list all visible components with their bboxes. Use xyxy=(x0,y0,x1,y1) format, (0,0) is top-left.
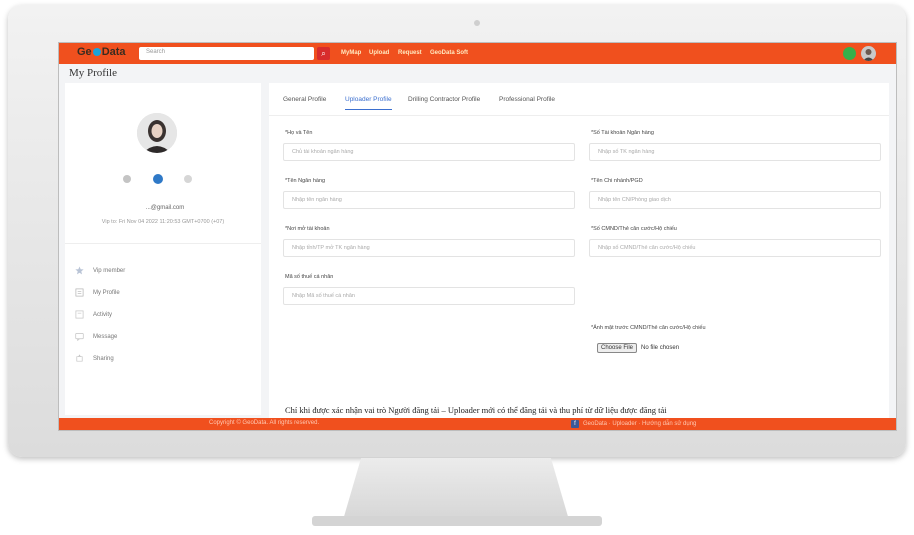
monitor-stand xyxy=(343,458,569,520)
settings-dot-icon xyxy=(184,175,192,183)
footer-links: f GeoData · Uploader · Hướng dẫn sử dụng xyxy=(571,420,696,428)
nav-request[interactable]: Request xyxy=(398,50,422,56)
logo-left: Ge xyxy=(77,46,92,58)
page-title: My Profile xyxy=(69,67,117,79)
tab-professional-profile[interactable]: Professional Profile xyxy=(499,96,555,103)
sidebar-item-label: My Profile xyxy=(93,289,120,296)
sidebar-item-label: Activity xyxy=(93,311,113,318)
tab-uploader-profile[interactable]: Uploader Profile xyxy=(345,96,392,110)
star-icon xyxy=(75,266,84,275)
search-button[interactable]: ⌕ xyxy=(317,47,330,60)
search-input[interactable]: Search xyxy=(139,47,314,60)
monitor-base xyxy=(312,516,602,526)
profile-sidebar: ...@gmail.com Vip to: Fri Nov 04 2022 11… xyxy=(65,83,261,415)
verified-icon xyxy=(153,174,163,184)
tab-drilling-contractor-profile[interactable]: Drilling Contractor Profile xyxy=(408,96,480,103)
search-placeholder: Search xyxy=(146,49,166,55)
ho-ten-field[interactable]: Chủ tài khoản ngân hàng xyxy=(283,143,575,161)
chi-nhanh-field[interactable]: Nhập tên CN/Phòng giao dịch xyxy=(589,191,881,209)
profile-tabs: General Profile Uploader Profile Drillin… xyxy=(269,83,889,116)
nav-mymap[interactable]: MyMap xyxy=(341,50,361,56)
camera-dot xyxy=(474,20,480,26)
vip-expiry: Vip to: Fri Nov 04 2022 11:20:53 GMT+070… xyxy=(101,219,225,225)
ten-ngan-hang-field[interactable]: Nhập tên ngân hàng xyxy=(283,191,575,209)
no-file-text: No file chosen xyxy=(641,345,680,351)
nav-geodata-soft[interactable]: GeoData Soft xyxy=(430,50,468,56)
chi-nhanh-label: *Tên Chi nhánh/PGD xyxy=(591,178,643,184)
search-icon: ⌕ xyxy=(321,49,326,58)
ho-ten-placeholder: Chủ tài khoản ngân hàng xyxy=(292,149,354,155)
cmnd-placeholder: Nhập số CMND/Thẻ căn cước/Hộ chiếu xyxy=(598,245,696,251)
user-avatar[interactable] xyxy=(861,46,876,61)
ma-so-thue-label: Mã số thuế cá nhân xyxy=(285,274,334,280)
choose-file-button[interactable]: Choose File xyxy=(597,343,638,353)
so-tk-label: *Số Tài khoản Ngân hàng xyxy=(591,130,654,136)
logo[interactable]: Ge Data xyxy=(77,46,126,58)
footer-copyright: Copyright © GeoData. All rights reserved… xyxy=(209,420,320,426)
activity-icon xyxy=(75,310,84,319)
sidebar-item-activity[interactable]: Activity xyxy=(75,310,112,319)
logo-right: Data xyxy=(101,46,126,58)
ho-ten-label: *Họ và Tên xyxy=(285,130,313,136)
screen: Ge Data Search ⌕ MyMap Upload Request Geo… xyxy=(58,42,897,431)
sharing-icon xyxy=(75,354,84,363)
ma-so-thue-field[interactable]: Nhập Mã số thuế cá nhân xyxy=(283,287,575,305)
sidebar-item-label: Sharing xyxy=(93,355,114,362)
footer-links-text[interactable]: GeoData · Uploader · Hướng dẫn sử dụng xyxy=(583,421,696,427)
logo-globe-icon xyxy=(92,48,101,57)
sidebar-item-vip-member[interactable]: Vip member xyxy=(75,266,125,275)
profile-avatar xyxy=(137,113,177,153)
ma-so-thue-placeholder: Nhập Mã số thuế cá nhân xyxy=(292,293,355,299)
tab-general-profile[interactable]: General Profile xyxy=(283,96,326,103)
ten-ngan-hang-label: *Tên Ngân hàng xyxy=(285,178,326,184)
message-icon xyxy=(75,332,84,342)
chat-icon[interactable] xyxy=(843,47,856,60)
cmnd-label: *Số CMND/Thẻ căn cước/Hộ chiếu xyxy=(591,226,677,232)
so-tk-field[interactable]: Nhập số TK ngân hàng xyxy=(589,143,881,161)
so-tk-placeholder: Nhập số TK ngân hàng xyxy=(598,149,655,155)
chi-nhanh-placeholder: Nhập tên CN/Phòng giao dịch xyxy=(598,197,671,203)
uploader-profile-form: General Profile Uploader Profile Drillin… xyxy=(269,83,889,430)
noi-mo-tk-field[interactable]: Nhập tỉnh/TP mở TK ngân hàng xyxy=(283,239,575,257)
uploader-notice: Chỉ khi được xác nhận vai trò Người đăng… xyxy=(285,405,667,415)
profile-icon xyxy=(75,288,84,297)
sidebar-item-my-profile[interactable]: My Profile xyxy=(75,288,120,297)
ten-ngan-hang-placeholder: Nhập tên ngân hàng xyxy=(292,197,342,203)
nav-upload[interactable]: Upload xyxy=(369,50,389,56)
cmnd-field[interactable]: Nhập số CMND/Thẻ căn cước/Hộ chiếu xyxy=(589,239,881,257)
user-email: ...@gmail.com xyxy=(145,205,185,211)
noi-mo-tk-label: *Nơi mở tài khoản xyxy=(285,226,330,232)
file-upload: Choose File No file chosen xyxy=(597,343,679,353)
sidebar-divider xyxy=(65,243,261,244)
sidebar-item-label: Vip member xyxy=(93,267,126,274)
noi-mo-tk-placeholder: Nhập tỉnh/TP mở TK ngân hàng xyxy=(292,245,370,251)
top-bar: Ge Data Search ⌕ MyMap Upload Request Geo… xyxy=(59,43,896,64)
sidebar-item-sharing[interactable]: Sharing xyxy=(75,354,114,363)
footer: Copyright © GeoData. All rights reserved… xyxy=(59,418,896,430)
facebook-icon[interactable]: f xyxy=(571,420,579,428)
anh-mat-truoc-label: *Ảnh mặt trước CMND/Thẻ căn cước/Hộ chiế… xyxy=(591,325,706,331)
monitor-frame: Ge Data Search ⌕ MyMap Upload Request Geo… xyxy=(8,5,906,457)
sidebar-item-label: Message xyxy=(93,333,118,340)
status-dot-icon xyxy=(123,175,131,183)
sidebar-item-message[interactable]: Message xyxy=(75,332,118,342)
